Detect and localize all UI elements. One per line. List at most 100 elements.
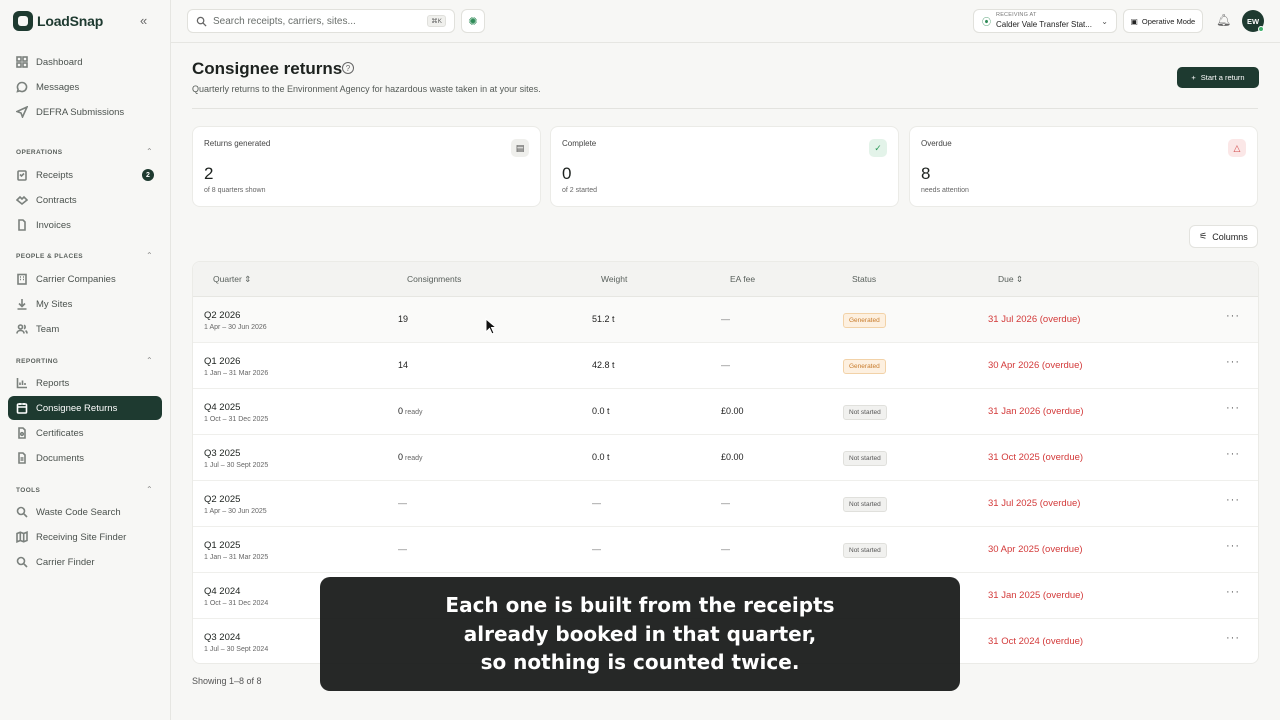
sidebar-item-label: My Sites (36, 298, 73, 310)
start-return-button[interactable]: + Start a return (1177, 67, 1259, 88)
row-actions-more-icon[interactable]: ··· (1226, 356, 1240, 368)
quarter-range: 1 Jan – 31 Mar 2025 (204, 554, 269, 561)
row-actions-more-icon[interactable]: ··· (1226, 632, 1240, 644)
plus-icon: + (1191, 73, 1196, 82)
row-actions-more-icon[interactable]: ··· (1226, 402, 1240, 414)
search-input[interactable] (213, 15, 423, 27)
sidebar-item-reports[interactable]: Reports (8, 371, 162, 395)
top-bar: ⌘K ✺ ⦿ RECEIVING AT Calder Vale Transfer… (171, 0, 1280, 43)
status-badge: Not started (843, 451, 887, 466)
sidebar-item-my-sites[interactable]: My Sites (8, 292, 162, 316)
consignments-cell: — (398, 544, 407, 554)
due-date-cell: 31 Jan 2026 (overdue) (988, 406, 1084, 417)
column-header-quarter[interactable]: Quarter ⇕ (213, 274, 251, 285)
sidebar-item-consignee-returns[interactable]: Consignee Returns (8, 396, 162, 420)
operative-mode-button[interactable]: ▣ Operative Mode (1123, 9, 1203, 33)
location-pin-icon: ⦿ (982, 16, 992, 27)
ea-fee-cell: — (721, 544, 730, 554)
ai-assistant-button[interactable]: ✺ (461, 9, 485, 33)
row-actions-more-icon[interactable]: ··· (1226, 448, 1240, 460)
sidebar-item-contracts[interactable]: Contracts (8, 188, 162, 212)
quarter-range: 1 Jul – 30 Sept 2025 (204, 462, 269, 469)
row-actions-more-icon[interactable]: ··· (1226, 494, 1240, 506)
table-row[interactable]: Q1 2025 1 Jan – 31 Mar 2025 — — — Not started… (193, 527, 1258, 573)
ready-label: ready (405, 455, 423, 462)
sidebar-item-dashboard[interactable]: Dashboard (8, 50, 162, 74)
due-date-cell: 30 Apr 2025 (overdue) (988, 544, 1083, 555)
weight-cell: 0.0 t (592, 452, 610, 462)
stat-value: 2 (204, 164, 214, 183)
chevron-up-icon[interactable]: ⌃ (146, 251, 153, 260)
ea-fee-cell: — (721, 360, 730, 370)
column-header-consignments: Consignments (407, 274, 462, 284)
quarter-name: Q1 2025 (204, 540, 241, 551)
section-label-people-places: PEOPLE & PLACES (16, 253, 84, 260)
quarter-range: 1 Oct – 31 Dec 2025 (204, 416, 269, 423)
sidebar-item-label: Invoices (36, 219, 71, 231)
sidebar-item-label: Carrier Finder (36, 556, 95, 568)
consignments-cell: 19 (398, 314, 409, 324)
chevron-up-icon[interactable]: ⌃ (146, 485, 153, 494)
sidebar-item-defra-submissions[interactable]: DEFRA Submissions (8, 100, 162, 124)
stat-value: 0 (562, 164, 572, 183)
section-label-tools: TOOLS (16, 487, 41, 494)
global-search[interactable]: ⌘K (187, 9, 455, 33)
quarter-range: 1 Apr – 30 Jun 2026 (204, 324, 267, 331)
sidebar-item-receipts[interactable]: Receipts 2 (8, 163, 162, 187)
stat-sub: needs attention (921, 187, 969, 194)
grid-icon (16, 56, 28, 68)
chevron-up-icon[interactable]: ⌃ (146, 356, 153, 365)
due-date-cell: 31 Oct 2025 (overdue) (988, 452, 1084, 463)
sidebar-item-carrier-finder[interactable]: Carrier Finder (8, 550, 162, 574)
table-row[interactable]: Q3 2025 1 Jul – 30 Sept 2025 0 ready 0.0 t £0… (193, 435, 1258, 481)
sidebar-item-carrier-companies[interactable]: Carrier Companies (8, 267, 162, 291)
receiving-site-select[interactable]: ⦿ RECEIVING AT Calder Vale Transfer Stat… (973, 9, 1117, 33)
collapse-sidebar-icon[interactable]: « (140, 13, 147, 28)
weight-cell: — (592, 544, 601, 554)
chevron-up-icon[interactable]: ⌃ (146, 147, 153, 156)
quarter-range: 1 Jan – 31 Mar 2026 (204, 370, 269, 377)
row-actions-more-icon[interactable]: ··· (1226, 310, 1240, 322)
row-actions-more-icon[interactable]: ··· (1226, 586, 1240, 598)
sidebar-item-messages[interactable]: Messages (8, 75, 162, 99)
search-icon (196, 16, 207, 27)
building-icon (16, 273, 28, 285)
ea-fee-cell: £0.00 (721, 406, 744, 416)
caption-line: already booked in that quarter, (463, 621, 817, 646)
column-header-ea-fee: EA fee (730, 274, 756, 284)
sidebar-item-documents[interactable]: Documents (8, 446, 162, 470)
due-date-cell: 31 Oct 2024 (overdue) (988, 636, 1084, 647)
sidebar-item-certificates[interactable]: Certificates (8, 421, 162, 445)
sidebar-item-label: Receipts (36, 169, 73, 181)
sidebar-item-receiving-site-finder[interactable]: Receiving Site Finder (8, 525, 162, 549)
sidebar-item-team[interactable]: Team (8, 317, 162, 341)
video-caption: Each one is built from the receipts alre… (320, 577, 960, 691)
sidebar-item-waste-code-search[interactable]: Waste Code Search (8, 500, 162, 524)
table-row[interactable]: Q1 2026 1 Jan – 31 Mar 2026 14 42.8 t — Gener… (193, 343, 1258, 389)
table-row[interactable]: Q4 2025 1 Oct – 31 Dec 2025 0 ready 0.0 t £0.… (193, 389, 1258, 435)
column-header-due[interactable]: Due ⇕ (998, 274, 1023, 285)
page-subtitle: Quarterly returns to the Environment Age… (192, 84, 541, 94)
column-header-weight: Weight (601, 274, 628, 284)
app-logo[interactable]: LoadSnap (13, 11, 103, 31)
help-icon[interactable]: ? (342, 62, 354, 74)
columns-button[interactable]: ⚟ Columns (1189, 225, 1258, 248)
table-row[interactable]: Q2 2025 1 Apr – 30 Jun 2025 — — — Not started… (193, 481, 1258, 527)
row-actions-more-icon[interactable]: ··· (1226, 540, 1240, 552)
sparkle-icon: ✺ (468, 15, 478, 28)
notifications-bell-icon[interactable]: 🔔︎ (1216, 13, 1231, 27)
stat-card-overdue: Overdue 8 needs attention △ (909, 126, 1258, 207)
columns-label: Columns (1212, 231, 1248, 242)
sidebar-item-label: Dashboard (36, 56, 83, 68)
due-date-cell: 31 Jan 2025 (overdue) (988, 590, 1084, 601)
ea-fee-cell: £0.00 (721, 452, 744, 462)
quarter-name: Q3 2024 (204, 632, 241, 643)
search-shortcut-hint: ⌘K (427, 15, 446, 27)
consignments-cell: — (398, 498, 407, 508)
sidebar-item-invoices[interactable]: Invoices (8, 213, 162, 237)
quarter-name: Q1 2026 (204, 356, 241, 367)
table-row[interactable]: Q2 2026 1 Apr – 30 Jun 2026 19 51.2 t — Gener… (193, 297, 1258, 343)
search-icon (16, 556, 28, 568)
loadsnap-logo-icon (13, 11, 33, 31)
status-badge: Generated (843, 313, 886, 328)
